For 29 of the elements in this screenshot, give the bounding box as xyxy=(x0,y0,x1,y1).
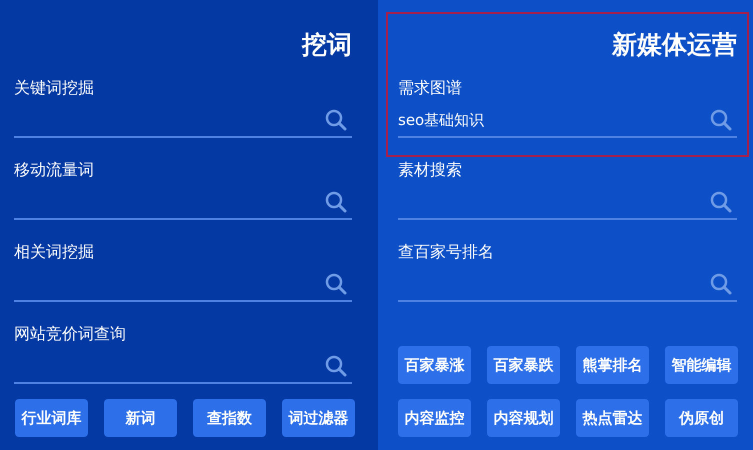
tool-button[interactable]: 熊掌排名 xyxy=(576,346,649,384)
field-label: 素材搜索 xyxy=(398,159,462,181)
search-icon[interactable] xyxy=(324,272,348,296)
search-icon[interactable] xyxy=(324,354,348,378)
tool-button[interactable]: 智能编辑 xyxy=(665,346,738,384)
section-title: 挖词 xyxy=(302,30,352,60)
tool-button[interactable]: 查指数 xyxy=(193,399,266,437)
tool-button[interactable]: 词过滤器 xyxy=(282,399,355,437)
field-label: 查百家号排名 xyxy=(398,241,494,263)
tool-button[interactable]: 新词 xyxy=(104,399,177,437)
tool-button[interactable]: 内容监控 xyxy=(398,399,471,437)
search-icon[interactable] xyxy=(324,108,348,132)
field-label: 需求图谱 xyxy=(398,77,462,99)
field-label: 网站竞价词查询 xyxy=(14,323,126,345)
tool-button[interactable]: 百家暴跌 xyxy=(487,346,560,384)
search-field[interactable]: seo基础知识 xyxy=(398,104,737,138)
tool-button[interactable]: 热点雷达 xyxy=(576,399,649,437)
search-icon[interactable] xyxy=(324,190,348,214)
tool-button[interactable]: 内容规划 xyxy=(487,399,560,437)
field-label: 关键词挖掘 xyxy=(14,77,94,99)
search-icon[interactable] xyxy=(709,190,733,214)
search-icon[interactable] xyxy=(709,272,733,296)
section-title: 新媒体运营 xyxy=(612,30,737,60)
tool-button[interactable]: 百家暴涨 xyxy=(398,346,471,384)
tool-button[interactable]: 伪原创 xyxy=(665,399,738,437)
tool-button[interactable]: 行业词库 xyxy=(15,399,88,437)
field-label: 相关词挖掘 xyxy=(14,241,94,263)
search-icon[interactable] xyxy=(709,108,733,132)
field-label: 移动流量词 xyxy=(14,159,94,181)
